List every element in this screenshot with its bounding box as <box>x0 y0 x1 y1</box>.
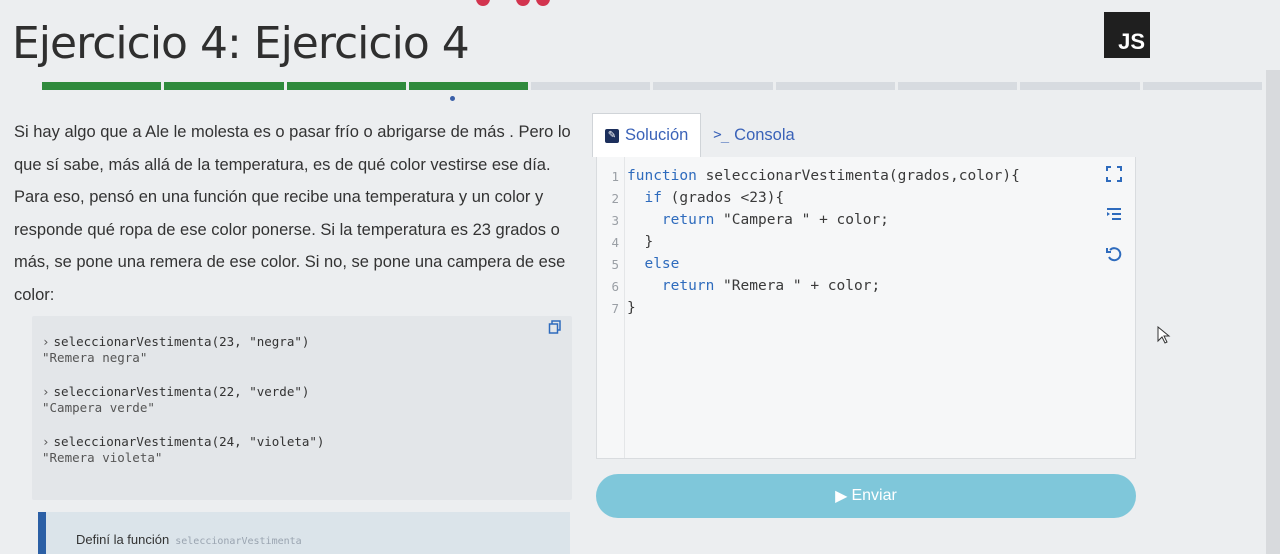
copy-icon[interactable] <box>548 320 562 334</box>
code-editor[interactable]: 1 function seleccionarVestimenta(grados,… <box>596 157 1136 459</box>
example-result: "Remera negra" <box>42 350 148 365</box>
example-call: seleccionarVestimenta(22, "verde") <box>53 384 310 399</box>
line-text: } <box>627 234 654 250</box>
exercise-description: Si hay algo que a Ale le molesta es o pa… <box>14 123 571 304</box>
current-exercise-marker <box>450 96 455 101</box>
indicator-dot <box>516 0 530 6</box>
code-line[interactable]: 2 if (grados <23){ <box>597 187 1135 209</box>
code-line[interactable]: 4 } <box>597 231 1135 253</box>
indicator-dot <box>476 0 490 6</box>
top-indicators <box>470 0 610 6</box>
example-result: "Remera violeta" <box>42 450 163 465</box>
code-line[interactable]: 7 } <box>597 297 1135 319</box>
mouse-pointer-icon <box>1157 325 1171 349</box>
progress-segment[interactable] <box>898 82 1018 90</box>
code-line[interactable]: 5 else <box>597 253 1135 275</box>
example-result: "Campera verde" <box>42 400 155 415</box>
indent-icon[interactable] <box>1105 205 1123 223</box>
terminal-icon: >_ <box>713 127 729 143</box>
console-entry: › seleccionarVestimenta(24, "violeta") "R… <box>42 434 562 466</box>
reset-icon[interactable] <box>1105 245 1123 263</box>
tab-label: Solución <box>625 126 689 144</box>
line-number: 5 <box>611 256 619 272</box>
task-text: Definí la función <box>76 532 170 547</box>
line-number: 1 <box>611 168 619 184</box>
editor-tabs: ✎ Solución >_ Consola <box>592 113 807 157</box>
progress-segment[interactable] <box>531 82 651 90</box>
exercise-progress-bar <box>42 82 1262 90</box>
console-entry: › seleccionarVestimenta(23, "negra") "Rem… <box>42 334 562 366</box>
code-line[interactable]: 3 return "Campera " + color; <box>597 209 1135 231</box>
prompt-icon: › <box>42 384 50 399</box>
progress-segment[interactable] <box>775 82 896 90</box>
submit-button[interactable]: ▶ Enviar <box>596 474 1136 518</box>
task-code: seleccionarVestimenta <box>175 536 302 547</box>
console-entry: › seleccionarVestimenta(22, "verde") "Cam… <box>42 384 562 416</box>
progress-segment[interactable] <box>1020 82 1140 90</box>
line-text: else <box>644 256 680 272</box>
tab-label: Consola <box>734 125 795 144</box>
line-text: if (grados <23){ <box>644 190 785 206</box>
editor-toolbar <box>1105 165 1123 263</box>
prompt-icon: › <box>42 334 50 349</box>
play-icon: ▶ <box>835 488 848 505</box>
progress-segment[interactable] <box>42 82 162 90</box>
progress-segment[interactable] <box>653 82 773 90</box>
example-call: seleccionarVestimenta(23, "negra") <box>53 334 310 349</box>
js-language-badge: JS <box>1104 12 1150 58</box>
line-number: 3 <box>611 212 619 228</box>
line-text: return "Remera " + color; <box>661 278 881 294</box>
progress-segment[interactable] <box>408 82 529 90</box>
line-number: 2 <box>611 190 619 206</box>
example-call: seleccionarVestimenta(24, "violeta") <box>53 434 325 449</box>
tab-consola[interactable]: >_ Consola <box>701 113 806 157</box>
examples-console: › seleccionarVestimenta(23, "negra") "Rem… <box>32 316 572 500</box>
prompt-icon: › <box>42 434 50 449</box>
code-line[interactable]: 6 return "Remera " + color; <box>597 275 1135 297</box>
line-text: function seleccionarVestimenta(grados,co… <box>627 168 1020 184</box>
submit-label: Enviar <box>851 487 897 504</box>
line-number: 4 <box>611 234 619 250</box>
line-text: } <box>627 300 636 316</box>
progress-segment[interactable] <box>1142 82 1262 90</box>
pencil-icon: ✎ <box>605 128 619 143</box>
indicator-dot <box>536 0 550 6</box>
scrollbar[interactable] <box>1266 70 1280 554</box>
code-line[interactable]: 1 function seleccionarVestimenta(grados,… <box>597 165 1135 187</box>
progress-segment[interactable] <box>286 82 406 90</box>
progress-segment[interactable] <box>164 82 284 90</box>
line-number: 7 <box>611 300 619 316</box>
fullscreen-icon[interactable] <box>1105 165 1123 183</box>
line-number: 6 <box>611 278 619 294</box>
task-instruction: Definí la función seleccionarVestimenta <box>38 512 570 554</box>
page-title: Ejercicio 4: Ejercicio 4 <box>12 18 470 69</box>
tab-solucion[interactable]: ✎ Solución <box>592 113 702 157</box>
line-text: return "Campera " + color; <box>661 212 889 228</box>
